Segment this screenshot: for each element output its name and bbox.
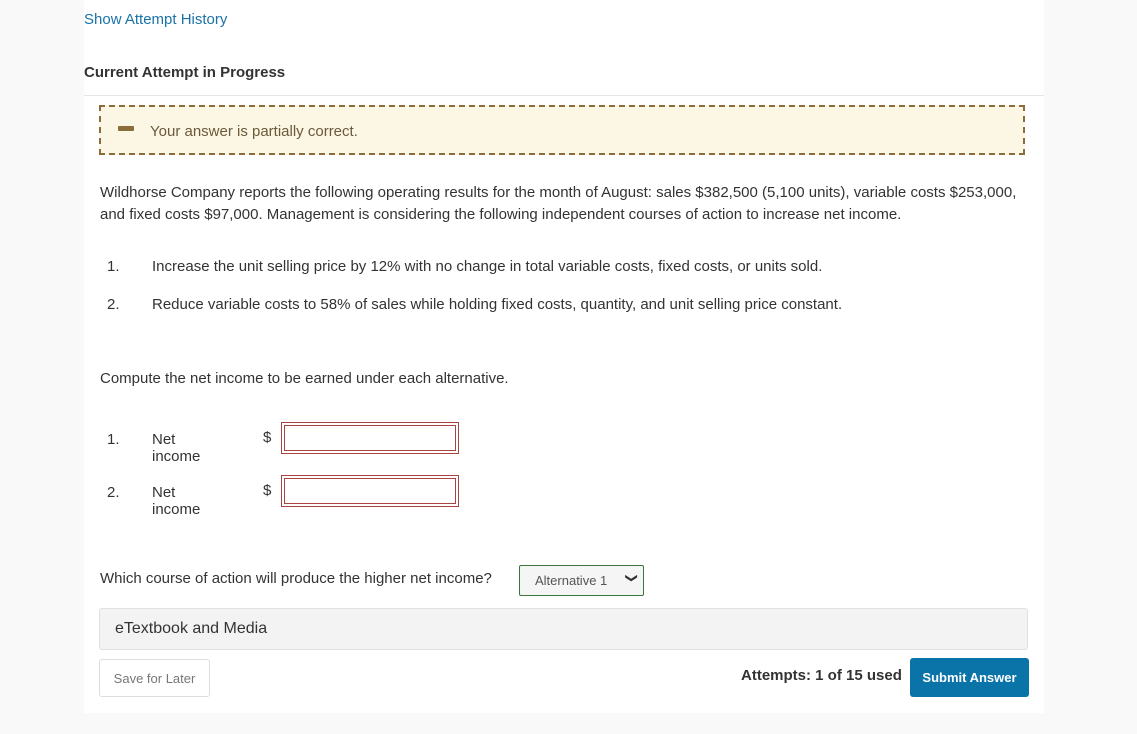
- attempt-title: Current Attempt in Progress: [84, 64, 286, 81]
- answer-number: 1.: [107, 431, 120, 448]
- currency-symbol: $: [263, 429, 272, 446]
- selected-value: Alternative 1: [535, 573, 608, 588]
- answer-input-wrapper: [281, 475, 459, 507]
- etextbook-media-label: eTextbook and Media: [115, 620, 268, 637]
- feedback-banner: Your answer is partially correct.: [99, 105, 1025, 155]
- alternative-number: 2.: [107, 296, 120, 313]
- net-income-2-input[interactable]: [284, 478, 456, 504]
- alternative-text: Reduce variable costs to 58% of sales wh…: [152, 296, 843, 313]
- compute-prompt: Compute the net income to be earned unde…: [100, 370, 509, 387]
- show-attempt-history-link[interactable]: Show Attempt History: [84, 11, 227, 28]
- submit-answer-button[interactable]: Submit Answer: [910, 658, 1029, 697]
- attempts-counter: Attempts: 1 of 15 used: [741, 667, 902, 684]
- alternative-select[interactable]: Alternative 1 ❯: [519, 565, 644, 596]
- feedback-message: Your answer is partially correct.: [150, 123, 358, 140]
- question-card: Show Attempt History Current Attempt in …: [84, 0, 1044, 713]
- minus-icon: [118, 126, 134, 131]
- choice-question: Which course of action will produce the …: [100, 570, 492, 587]
- currency-symbol: $: [263, 482, 272, 499]
- answer-input-wrapper: [281, 422, 459, 454]
- divider: [84, 95, 1044, 96]
- answer-label: Net income: [152, 484, 201, 518]
- answer-label: Net income: [152, 431, 201, 465]
- problem-statement: Wildhorse Company reports the following …: [100, 184, 1017, 223]
- alternative-text: Increase the unit selling price by 12% w…: [152, 258, 823, 275]
- net-income-1-input[interactable]: [284, 425, 456, 451]
- etextbook-media-panel[interactable]: eTextbook and Media: [99, 608, 1028, 650]
- chevron-down-icon: ❯: [624, 572, 639, 584]
- alternative-number: 1.: [107, 258, 120, 275]
- answer-number: 2.: [107, 484, 120, 501]
- save-for-later-button[interactable]: Save for Later: [99, 659, 210, 697]
